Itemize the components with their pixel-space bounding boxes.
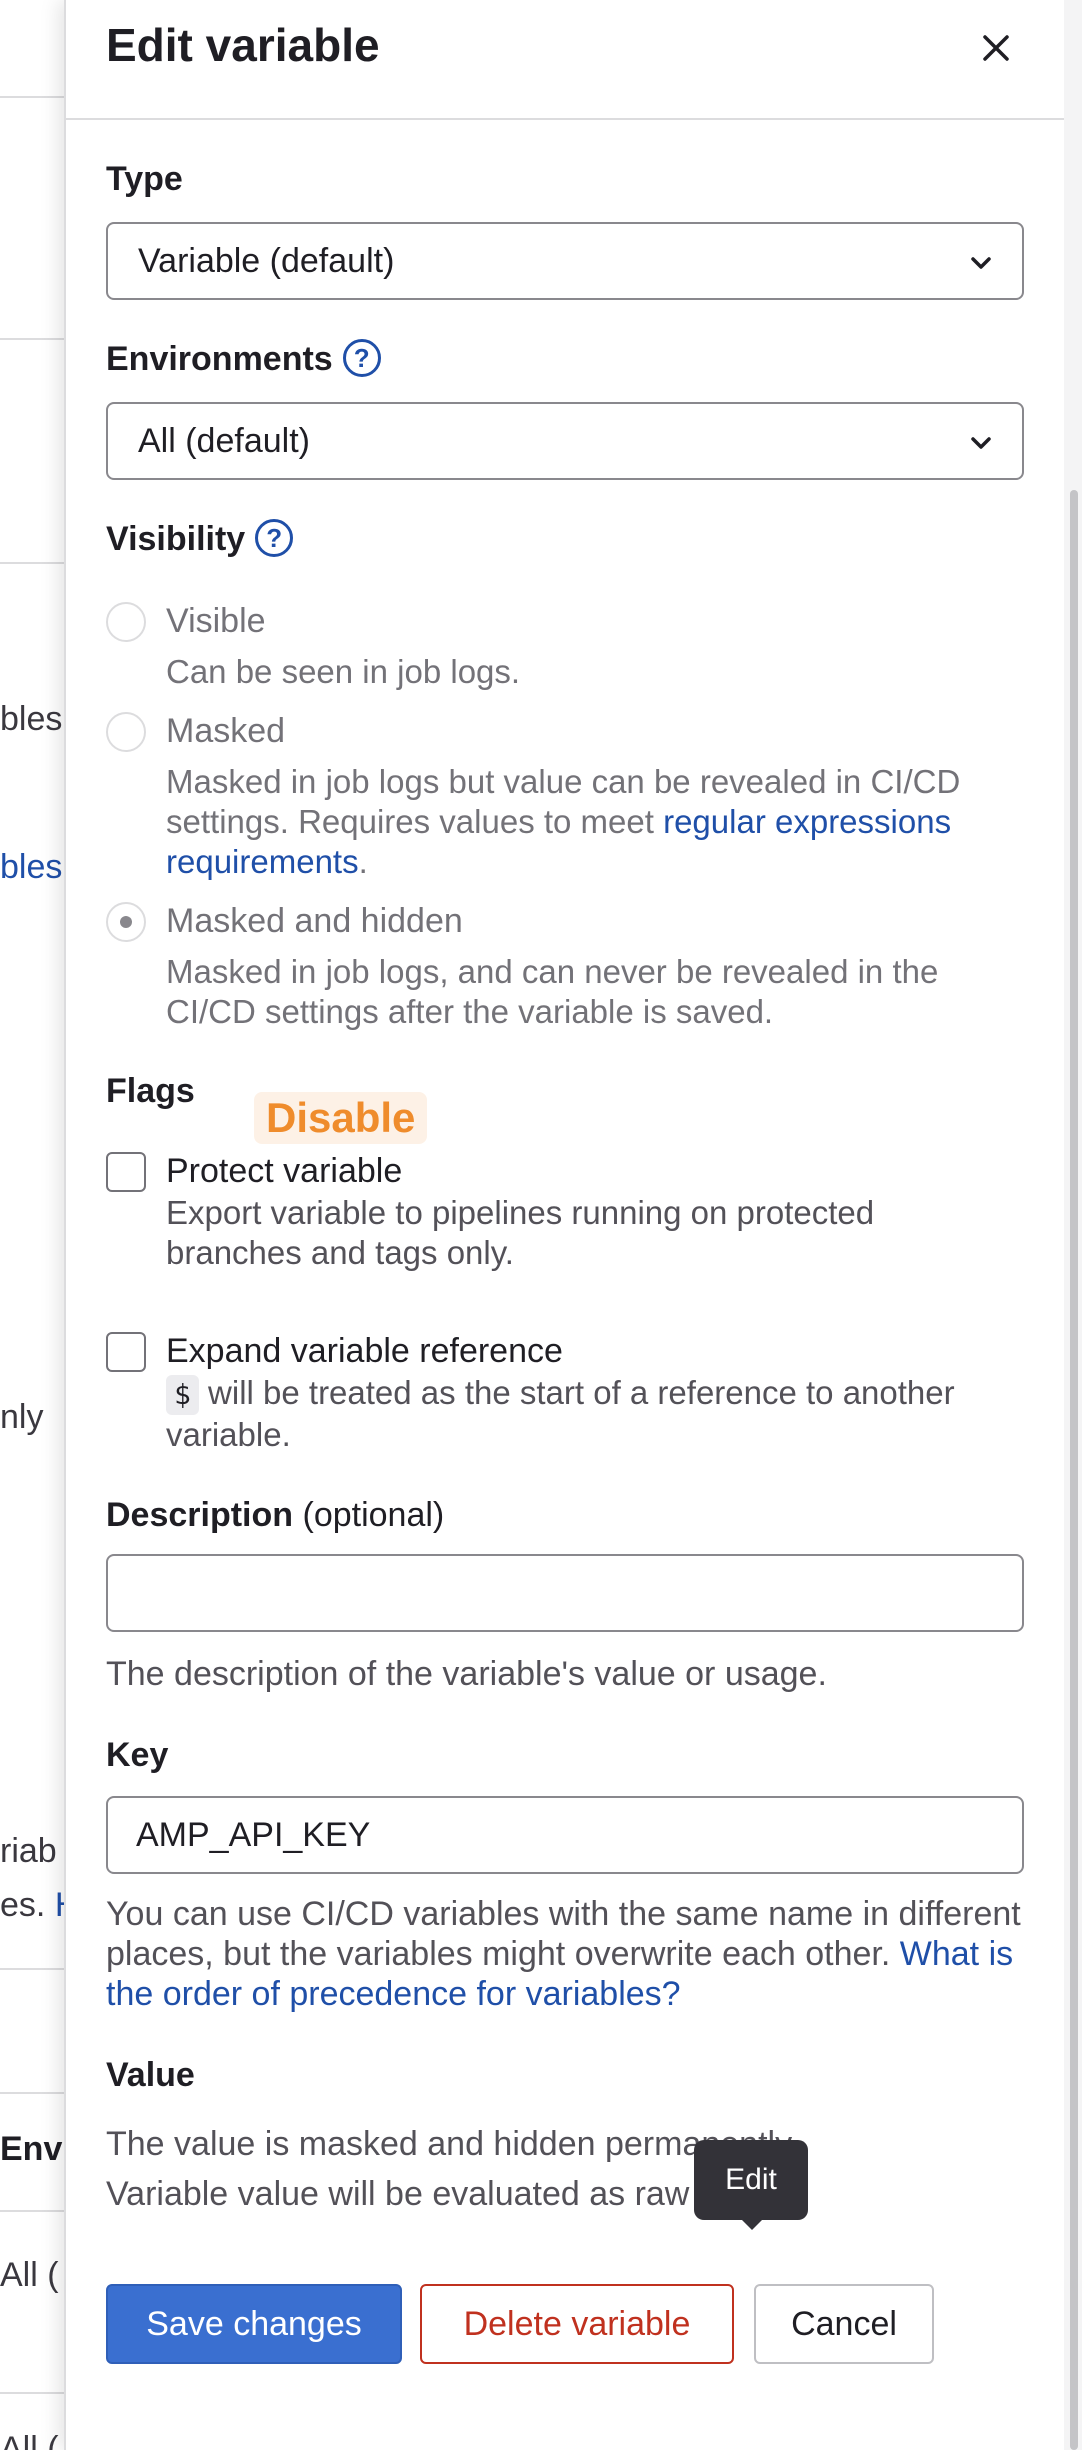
protect-variable-label: Protect variable (166, 1152, 403, 1190)
type-select-value: Variable (default) (138, 242, 395, 280)
annotation-label: Disable (254, 1092, 428, 1144)
key-input[interactable] (106, 1796, 1024, 1874)
chevron-down-icon (971, 437, 991, 449)
edit-tooltip: Edit (694, 2140, 808, 2230)
description-label-text: Description (106, 1496, 294, 1534)
drawer-title: Edit variable (106, 19, 380, 71)
visibility-option-title: Masked and hidden (166, 902, 463, 940)
environments-label: Environments? (106, 339, 381, 380)
environments-select-value: All (default) (138, 422, 310, 460)
visibility-option-desc: Masked in job logs but value can be reve… (166, 762, 986, 882)
visibility-option-desc: Masked in job logs, and can never be rev… (166, 953, 939, 1030)
delete-variable-button[interactable]: Delete variable (420, 2284, 734, 2364)
protect-variable-desc: Export variable to pipelines running on … (166, 1194, 875, 1271)
environments-select[interactable]: All (default) (106, 402, 1024, 480)
bg-text-fragment: es. (0, 1886, 46, 1924)
flags-label: Flags (106, 1072, 195, 1110)
close-button[interactable] (966, 18, 1026, 78)
cancel-button[interactable]: Cancel (754, 2284, 934, 2364)
scrollbar-thumb[interactable] (1070, 490, 1078, 2450)
description-help: The description of the variable's value … (106, 1655, 827, 1693)
key-help: You can use CI/CD variables with the sam… (106, 1894, 1026, 2014)
protect-variable-checkbox[interactable] (106, 1152, 146, 1192)
expand-variable-label: Expand variable reference (166, 1332, 563, 1370)
bg-text-fragment: riab (0, 1832, 57, 1870)
value-evaluated-text: Variable value will be evaluated as raw … (106, 2175, 792, 2213)
visibility-label: Visibility? (106, 519, 294, 560)
visibility-label-text: Visibility (106, 520, 246, 558)
dollar-code: $ (166, 1375, 199, 1415)
description-label: Description (optional) (106, 1496, 444, 1535)
value-label: Value (106, 2056, 195, 2094)
optional-text: (optional) (302, 1496, 445, 1534)
environments-label-text: Environments (106, 340, 333, 378)
drawer-header: Edit variable (66, 0, 1066, 120)
bg-link-fragment[interactable]: bles (0, 848, 62, 887)
masked-desc-end: . (358, 843, 368, 880)
question-circle-icon[interactable]: ? (255, 519, 294, 558)
key-help-text: You can use CI/CD variables with the sam… (106, 1895, 1021, 1973)
visibility-option-title: Masked (166, 712, 286, 750)
question-circle-icon[interactable]: ? (342, 339, 381, 378)
chevron-down-icon (971, 257, 991, 269)
visibility-radio-visible[interactable] (106, 602, 146, 642)
visibility-option-desc: Can be seen in job logs. (166, 653, 521, 690)
key-label: Key (106, 1736, 169, 1774)
visibility-option-title: Visible (166, 602, 266, 640)
bg-text-fragment: bles (0, 700, 63, 738)
expand-variable-desc: $ will be treated as the start of a refe… (166, 1373, 1006, 1455)
bg-text-fragment: All ( (0, 2430, 59, 2450)
expand-desc-text: will be treated as the start of a refere… (166, 1374, 955, 1453)
description-input[interactable] (106, 1554, 1024, 1632)
close-icon (983, 35, 1009, 61)
value-hidden-text: The value is masked and hidden permanent… (106, 2125, 799, 2163)
bg-text-fragment: nly (0, 1398, 44, 1436)
save-changes-button[interactable]: Save changes (106, 2284, 402, 2364)
expand-variable-checkbox[interactable] (106, 1332, 146, 1372)
visibility-radio-masked[interactable] (106, 712, 146, 752)
type-select[interactable]: Variable (default) (106, 222, 1024, 300)
visibility-radio-masked-hidden[interactable] (106, 902, 146, 942)
bg-text-fragment: All ( (0, 2256, 59, 2294)
bg-column-header: Envi (0, 2130, 72, 2168)
edit-variable-drawer: Edit variable Type Variable (default) En… (64, 0, 1066, 2450)
type-label: Type (106, 160, 183, 198)
